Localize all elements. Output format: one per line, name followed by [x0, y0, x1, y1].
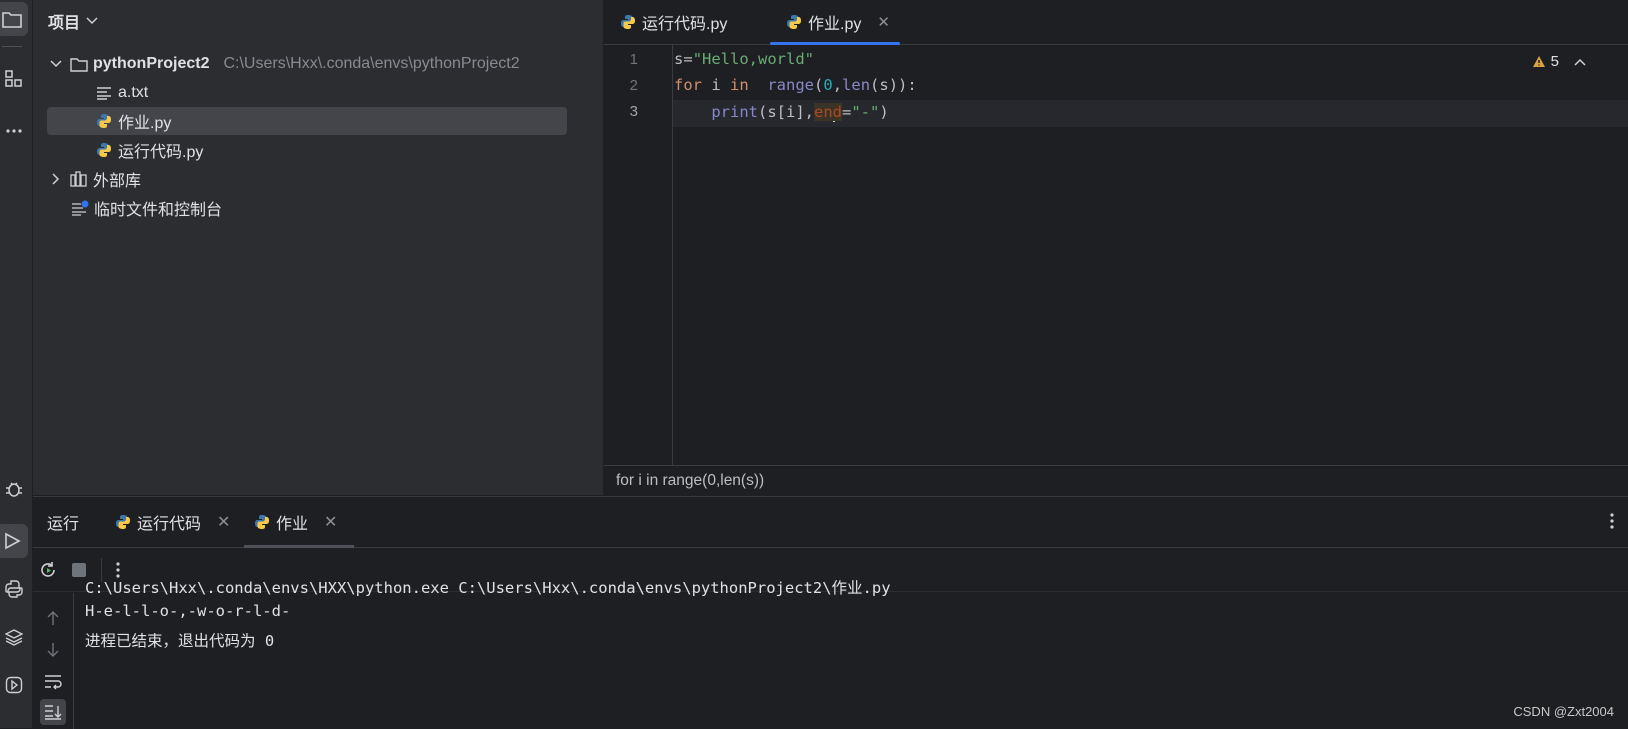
editor-area: 运行代码.py 作业.py ✕ 1 2 3 s="Hello,world" fo…	[604, 0, 1628, 495]
tree-item-yunxing-py[interactable]: 运行代码.py	[95, 136, 203, 164]
console-line-command: C:\Users\Hxx\.conda\envs\HXX\python.exe …	[85, 579, 891, 597]
warnings-indicator[interactable]: 5	[1532, 53, 1586, 70]
python-file-icon	[786, 14, 802, 30]
line-number: 2	[629, 77, 638, 94]
breadcrumb[interactable]: for i in range(0,len(s))	[604, 465, 1628, 495]
code-line-2[interactable]: for i in range(0,len(s)):	[674, 76, 917, 94]
scratches-label: 临时文件和控制台	[94, 202, 223, 219]
arrow-down-icon[interactable]	[42, 639, 64, 661]
python-file-icon	[95, 112, 113, 130]
close-icon[interactable]: ✕	[324, 512, 337, 532]
python-file-icon	[254, 514, 270, 530]
breadcrumb-item[interactable]: for i in range(0,len(s))	[616, 472, 764, 490]
project-root-path: C:\Users\Hxx\.conda\envs\pythonProject2	[223, 55, 520, 72]
code-line-3[interactable]: print(s[i],end="-")	[674, 103, 889, 122]
layers-icon[interactable]	[0, 620, 28, 654]
run-tool-icon[interactable]	[0, 524, 28, 558]
console-side-toolbar	[33, 593, 74, 729]
external-libs-label: 外部库	[93, 173, 142, 190]
project-root-name: pythonProject2	[93, 55, 210, 72]
python-file-icon	[620, 14, 636, 30]
run-tab-zuoye[interactable]: 作业 ✕	[254, 497, 337, 547]
run-tab-yunxing[interactable]: 运行代码 ✕	[115, 497, 230, 547]
tree-item-zuoye-py[interactable]: 作业.py	[47, 107, 567, 135]
file-label: 作业.py	[118, 115, 172, 132]
file-label: a.txt	[118, 84, 149, 101]
chevron-down-icon	[86, 17, 98, 25]
line-number-gutter: 1 2 3	[604, 45, 673, 465]
text-file-icon	[95, 84, 113, 102]
python-console-icon[interactable]	[0, 572, 28, 606]
chevron-up-icon[interactable]	[1574, 58, 1586, 66]
watermark: CSDN @Zxt2004	[1513, 704, 1614, 719]
project-panel-header[interactable]: 项目	[48, 10, 98, 32]
run-panel-label: 运行	[47, 516, 80, 533]
tab-zuoye-py[interactable]: 作业.py ✕	[786, 0, 890, 44]
python-file-icon	[95, 141, 113, 159]
console-line-output: H-e-l-l-o-,-w-o-r-l-d-	[85, 602, 291, 620]
tree-item-project-root[interactable]: pythonProject2 C:\Users\Hxx\.conda\envs\…	[47, 50, 520, 78]
library-icon	[70, 170, 88, 188]
line-number: 3	[629, 103, 638, 120]
tab-label: 运行代码.py	[642, 16, 728, 33]
run-tab-bar: 运行 运行代码 ✕ 作业 ✕	[33, 497, 1628, 548]
console-line-exit: 进程已结束，退出代码为 0	[85, 632, 275, 650]
project-tool-icon[interactable]	[0, 2, 28, 36]
more-tools-icon[interactable]	[0, 114, 28, 148]
tree-item-external-libs[interactable]: 外部库	[47, 165, 141, 193]
structure-tool-icon[interactable]	[0, 62, 28, 96]
tab-label: 作业.py	[808, 16, 862, 33]
tab-label: 作业	[276, 516, 309, 533]
tree-item-a-txt[interactable]: a.txt	[95, 79, 148, 107]
project-panel-title: 项目	[48, 15, 81, 32]
scroll-to-end-icon[interactable]	[40, 699, 66, 725]
warnings-count: 5	[1550, 53, 1559, 70]
services-icon[interactable]	[0, 668, 28, 702]
scratches-icon	[71, 199, 89, 217]
close-icon[interactable]: ✕	[217, 512, 230, 532]
file-label: 运行代码.py	[118, 144, 204, 161]
tree-item-scratches[interactable]: 临时文件和控制台	[71, 194, 222, 222]
debug-icon[interactable]	[0, 472, 28, 506]
code-line-1[interactable]: s="Hello,world"	[674, 50, 814, 68]
rerun-icon[interactable]	[39, 561, 57, 579]
more-options-icon[interactable]	[1610, 513, 1614, 529]
tab-yunxing-py[interactable]: 运行代码.py	[620, 0, 727, 44]
python-file-icon	[115, 514, 131, 530]
tab-label: 运行代码	[137, 516, 202, 533]
run-panel: 运行 运行代码 ✕ 作业 ✕ C:\Users\Hxx\.conda\envs\…	[33, 496, 1628, 729]
close-icon[interactable]: ✕	[877, 13, 890, 31]
line-number: 1	[629, 51, 638, 68]
soft-wrap-icon[interactable]	[42, 671, 64, 693]
warning-icon	[1532, 55, 1546, 68]
chevron-down-icon[interactable]	[47, 55, 65, 73]
editor-tab-bar: 运行代码.py 作业.py ✕	[604, 0, 1628, 45]
active-tab-indicator	[770, 42, 900, 45]
project-panel: 项目 pythonProject2 C:\Users\Hxx\.conda\en…	[33, 0, 604, 495]
chevron-right-icon[interactable]	[47, 170, 65, 188]
folder-icon	[70, 55, 88, 73]
tool-strip	[0, 0, 33, 728]
arrow-up-icon[interactable]	[42, 607, 64, 629]
